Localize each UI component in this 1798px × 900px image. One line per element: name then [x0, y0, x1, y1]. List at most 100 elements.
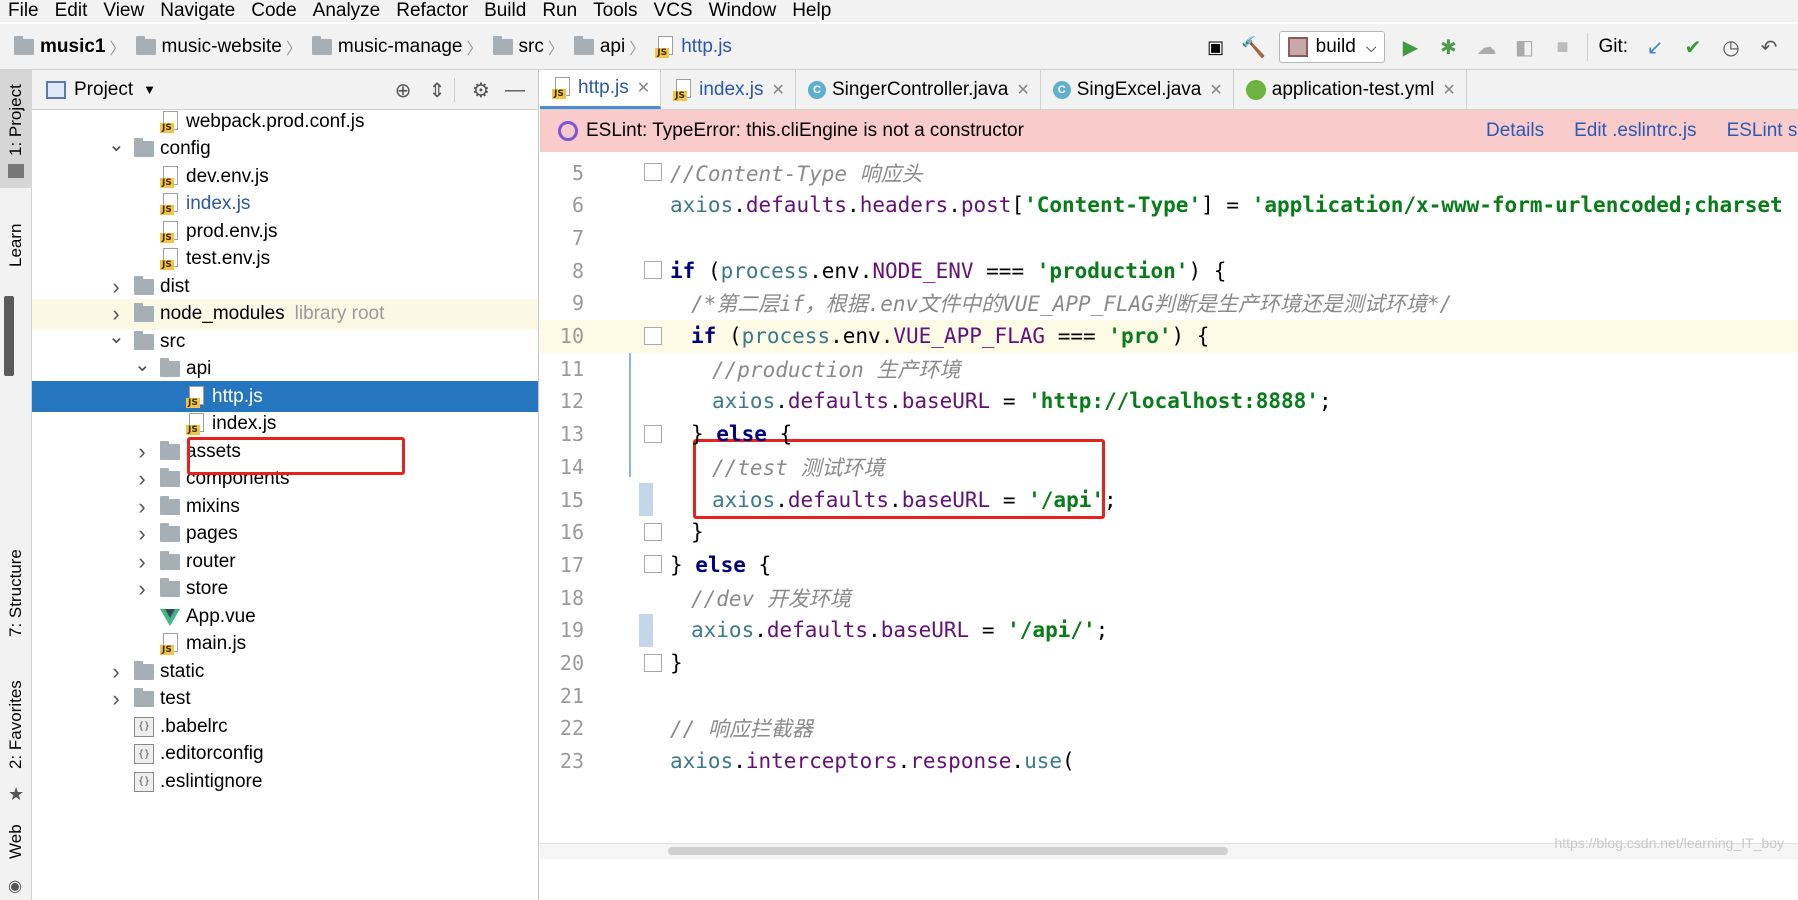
- git-rollback-icon[interactable]: ↶: [1754, 32, 1784, 62]
- chevron-down-icon[interactable]: ⌄: [108, 132, 125, 157]
- locate-file-icon[interactable]: ⊕: [386, 78, 420, 103]
- eslint-settings-link[interactable]: ESLint se: [1727, 120, 1798, 142]
- vcs-change-marker[interactable]: [639, 613, 653, 647]
- git-update-icon[interactable]: ↙: [1640, 32, 1670, 62]
- menu-item-help[interactable]: Help: [784, 0, 839, 22]
- chevron-down-icon[interactable]: ▼: [143, 82, 156, 97]
- chevron-right-icon[interactable]: ›: [134, 549, 150, 575]
- breadcrumb-item[interactable]: music1 〉: [14, 35, 136, 59]
- menu-item-view[interactable]: View: [95, 0, 152, 22]
- fold-marker[interactable]: [644, 326, 662, 345]
- chevron-right-icon[interactable]: ›: [134, 439, 150, 465]
- project-panel-title[interactable]: Project: [74, 79, 133, 101]
- fold-marker[interactable]: [644, 163, 662, 181]
- fold-marker[interactable]: [644, 653, 662, 672]
- scroll-thumb[interactable]: [668, 847, 1228, 855]
- tool-tab-favorites[interactable]: 2: Favorites: [3, 670, 29, 780]
- menu-item-navigate[interactable]: Navigate: [152, 0, 243, 22]
- menu-item-refactor[interactable]: Refactor: [388, 0, 476, 22]
- menu-item-tools[interactable]: Tools: [585, 0, 645, 22]
- tool-tab-learn[interactable]: Learn: [3, 210, 29, 280]
- run-with-coverage-icon[interactable]: ☁: [1471, 32, 1501, 62]
- tool-tab-web[interactable]: Web: [3, 812, 29, 872]
- build-hammer-icon[interactable]: 🔨: [1239, 32, 1269, 62]
- tree-item[interactable]: ›App.vue: [32, 601, 538, 632]
- code-line[interactable]: 11 //production 生产环境: [540, 352, 1798, 385]
- code-line[interactable]: 5 //Content-Type 响应头: [540, 156, 1798, 189]
- chevron-right-icon[interactable]: ›: [108, 686, 124, 712]
- close-icon[interactable]: ✕: [1016, 80, 1029, 100]
- tree-item[interactable]: ⌄ src: [32, 326, 538, 357]
- menu-item-window[interactable]: Window: [701, 0, 785, 22]
- close-icon[interactable]: ✕: [637, 78, 650, 98]
- menu-item-vcs[interactable]: VCS: [646, 0, 701, 22]
- chevron-down-icon[interactable]: ⌄: [108, 324, 125, 349]
- gear-icon[interactable]: ⚙: [464, 78, 498, 103]
- eslint-edit-config-link[interactable]: Edit .eslintrc.js: [1574, 120, 1696, 142]
- chevron-right-icon[interactable]: ›: [108, 659, 124, 685]
- collapse-all-icon[interactable]: ⇕: [420, 78, 454, 103]
- fold-marker[interactable]: [644, 555, 662, 574]
- code-line[interactable]: 7: [540, 221, 1798, 254]
- menu-item-analyze[interactable]: Analyze: [305, 0, 389, 22]
- code-editor[interactable]: https://blog.csdn.net/learning_IT_boy 5 /…: [540, 152, 1798, 859]
- tree-item[interactable]: ›JSindex.js: [32, 409, 538, 440]
- fold-marker[interactable]: [644, 424, 662, 443]
- tree-item[interactable]: ›JSindex.js: [32, 189, 538, 220]
- chevron-right-icon[interactable]: ›: [134, 521, 150, 547]
- close-icon[interactable]: ✕: [772, 80, 785, 100]
- code-line[interactable]: 8 if (process.env.NODE_ENV === 'productio…: [540, 254, 1798, 287]
- chevron-right-icon[interactable]: ›: [134, 466, 150, 492]
- code-line[interactable]: 18 //dev 开发环境: [540, 581, 1798, 614]
- menu-item-run[interactable]: Run: [534, 0, 585, 22]
- editor-tab[interactable]: C SingerController.java ✕: [796, 70, 1041, 109]
- tree-item[interactable]: › router: [32, 546, 538, 577]
- tree-item[interactable]: › pages: [32, 519, 538, 550]
- code-line[interactable]: 20}: [540, 647, 1798, 680]
- tree-item[interactable]: ›{}.babelrc: [32, 711, 538, 742]
- chevron-down-icon[interactable]: ⌄: [134, 352, 151, 377]
- editor-tab[interactable]: JS index.js ✕: [661, 70, 796, 109]
- fold-marker[interactable]: [644, 261, 662, 280]
- menu-item-edit[interactable]: Edit: [47, 0, 96, 22]
- code-line[interactable]: 16}: [540, 516, 1798, 549]
- profiler-icon[interactable]: ◧: [1509, 32, 1539, 62]
- code-line[interactable]: 12 axios.defaults.baseURL = 'http://local…: [540, 385, 1798, 418]
- close-icon[interactable]: ✕: [1442, 80, 1455, 100]
- eslint-details-link[interactable]: Details: [1486, 120, 1544, 142]
- tree-item[interactable]: ›{}.eslintignore: [32, 766, 538, 797]
- code-line[interactable]: 17} else {: [540, 548, 1798, 581]
- tree-item[interactable]: ›JSmain.js: [32, 629, 538, 660]
- tree-item[interactable]: ›JStest.env.js: [32, 244, 538, 275]
- code-line[interactable]: 14 //test 测试环境: [540, 450, 1798, 483]
- close-icon[interactable]: ✕: [1209, 80, 1222, 100]
- menu-item-code[interactable]: Code: [243, 0, 304, 22]
- menu-item-build[interactable]: Build: [476, 0, 534, 22]
- code-line[interactable]: 13} else {: [540, 418, 1798, 451]
- tree-item[interactable]: › dist: [32, 271, 538, 302]
- tree-item[interactable]: ›JSprod.env.js: [32, 216, 538, 247]
- code-line[interactable]: 22 // 响应拦截器: [540, 712, 1798, 745]
- breadcrumb-item[interactable]: api 〉: [573, 35, 655, 59]
- git-history-icon[interactable]: ◷: [1716, 32, 1746, 62]
- breadcrumb-item[interactable]: JS http.js: [655, 35, 732, 58]
- run-anything-icon[interactable]: ▣: [1201, 32, 1231, 62]
- tree-item[interactable]: › store: [32, 574, 538, 605]
- breadcrumb-item[interactable]: src 〉: [492, 35, 574, 59]
- tool-tab-project[interactable]: 1: Project: [3, 80, 29, 160]
- run-config-select[interactable]: build ⌵: [1278, 31, 1386, 63]
- code-line[interactable]: 15 axios.defaults.baseURL = '/api';: [540, 483, 1798, 516]
- tool-tab-structure[interactable]: 7: Structure: [3, 538, 29, 648]
- chevron-right-icon[interactable]: ›: [134, 494, 150, 520]
- menu-item-file[interactable]: File: [0, 0, 47, 22]
- editor-tab[interactable]: C SingExcel.java ✕: [1041, 70, 1234, 109]
- tree-item[interactable]: › mixins: [32, 491, 538, 522]
- debug-icon[interactable]: ✱: [1433, 32, 1463, 62]
- code-line[interactable]: 10 if (process.env.VUE_APP_FLAG === 'pro'…: [540, 319, 1798, 353]
- stop-icon[interactable]: ■: [1547, 32, 1577, 62]
- code-line[interactable]: 21: [540, 679, 1798, 712]
- code-line[interactable]: 6 axios.defaults.headers.post['Content-Ty…: [540, 189, 1798, 222]
- tree-item[interactable]: › static: [32, 656, 538, 687]
- breadcrumb-item[interactable]: music-manage 〉: [311, 35, 493, 59]
- fold-marker[interactable]: [644, 522, 662, 541]
